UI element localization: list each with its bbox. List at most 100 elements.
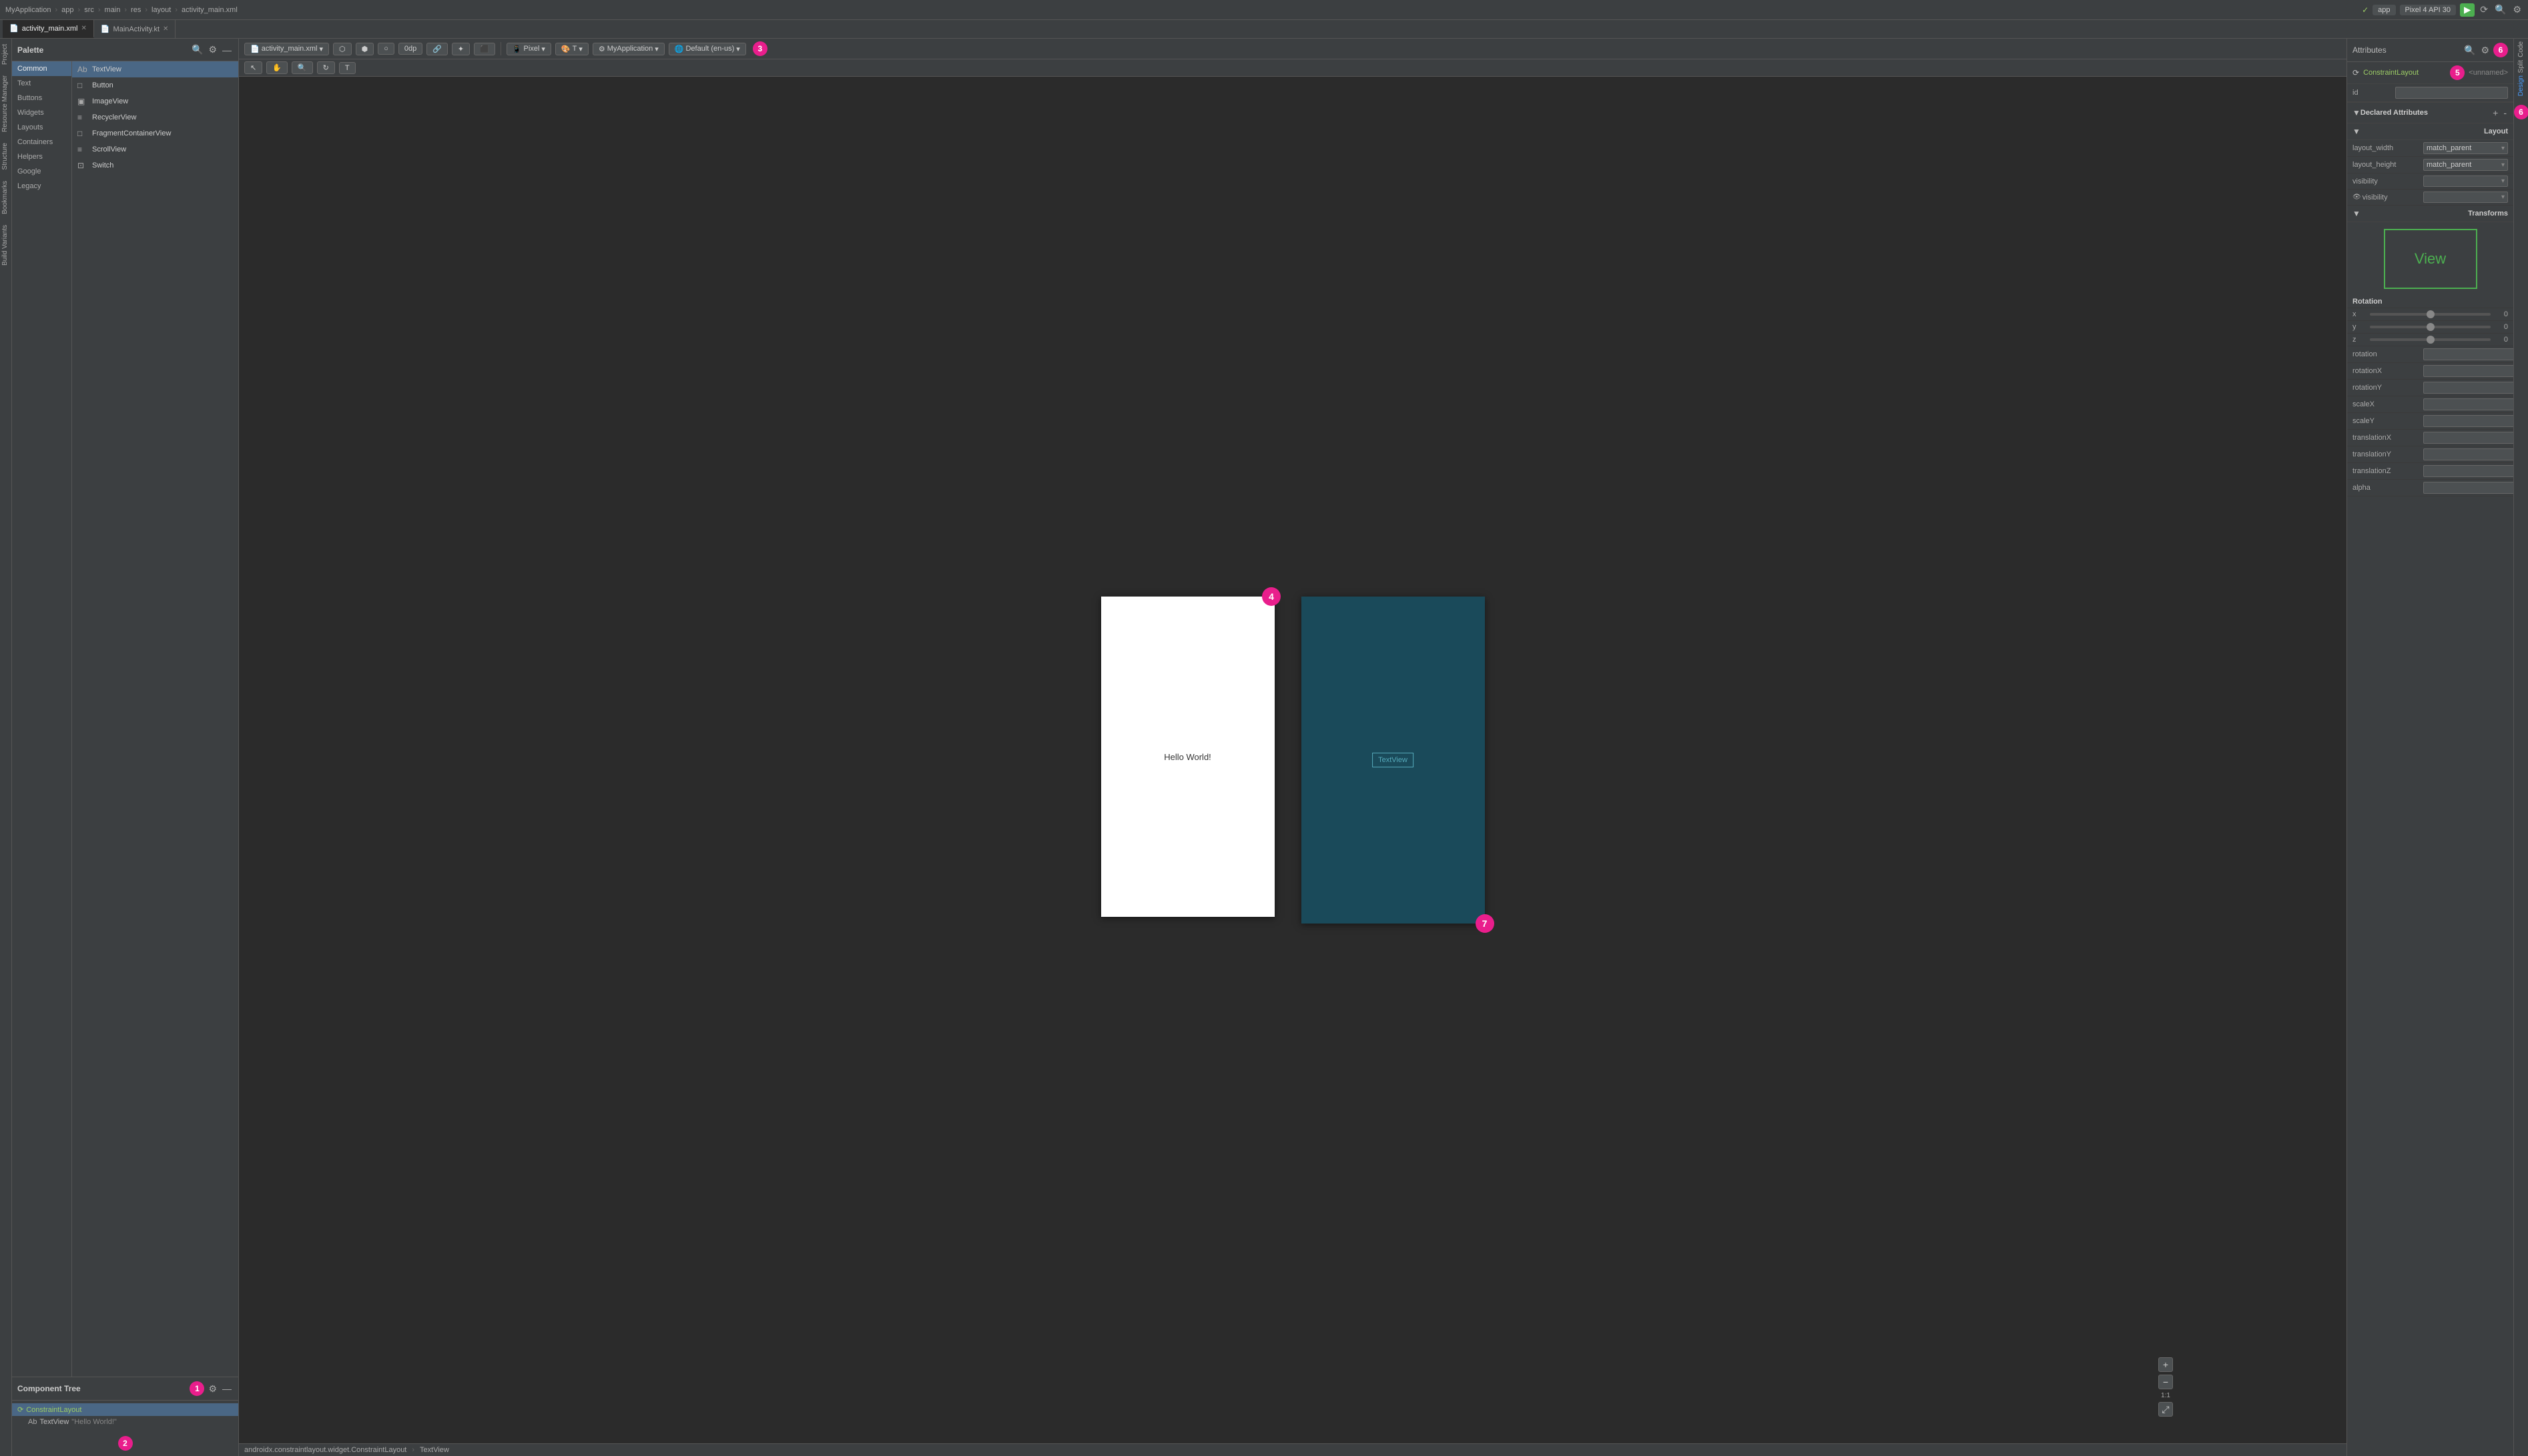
settings-button[interactable]: ⚙: [2511, 3, 2523, 17]
code-view-button[interactable]: Code: [2517, 41, 2525, 57]
palette-item-imageview[interactable]: ▣ ImageView: [72, 93, 238, 109]
palette-cat-layouts[interactable]: Layouts: [12, 120, 71, 135]
design-mode-button[interactable]: ⬡: [333, 43, 352, 55]
palette-cat-text[interactable]: Text: [12, 76, 71, 91]
sidebar-tab-project[interactable]: Project: [0, 39, 11, 70]
search-button[interactable]: 🔍: [2493, 3, 2507, 17]
canvas-area[interactable]: 4 Hello World! TextView 7 + − 1:1 ⤢: [239, 77, 2346, 1443]
file-selector-button[interactable]: 📄 activity_main.xml ▾: [244, 43, 329, 55]
design-view-button[interactable]: Design: [2517, 75, 2525, 96]
breadcrumb-main[interactable]: main: [105, 6, 121, 14]
palette-cat-widgets[interactable]: Widgets: [12, 105, 71, 120]
orientation-button[interactable]: ○: [378, 43, 394, 55]
comp-tree-constraintlayout[interactable]: ⟳ ConstraintLayout: [12, 1403, 238, 1416]
attributes-settings-button[interactable]: ⚙: [2479, 43, 2491, 57]
sidebar-tab-structure[interactable]: Structure: [0, 137, 11, 175]
rotation-z-slider[interactable]: [2370, 338, 2491, 341]
palette-cat-legacy[interactable]: Legacy: [12, 179, 71, 194]
sidebar-tab-resource[interactable]: Resource Manager: [0, 70, 11, 137]
sync-button[interactable]: ⟳: [2479, 3, 2489, 17]
sidebar-tab-bookmarks[interactable]: Bookmarks: [0, 175, 11, 220]
declared-remove-button[interactable]: -: [2502, 106, 2508, 119]
attr-id-input[interactable]: [2395, 87, 2508, 99]
breadcrumb-layout[interactable]: layout: [151, 6, 171, 14]
rotation-x-slider[interactable]: [2370, 313, 2491, 316]
palette-item-textview[interactable]: Ab TextView: [72, 61, 238, 77]
rotation-field-input[interactable]: [2423, 348, 2513, 360]
translationZ-input[interactable]: [2423, 465, 2513, 477]
palette-cat-helpers[interactable]: Helpers: [12, 149, 71, 164]
tab-mainactivity-close[interactable]: ✕: [163, 25, 168, 33]
constraint-button[interactable]: 🔗: [426, 43, 448, 55]
breadcrumb-app2[interactable]: app: [61, 6, 73, 14]
align-button[interactable]: ⬛: [474, 43, 495, 55]
layout-section-header[interactable]: ▼ Layout: [2347, 123, 2513, 140]
sidebar-tab-build[interactable]: Build Variants: [0, 220, 11, 271]
blueprint-mode-button[interactable]: ⬢: [356, 43, 374, 55]
palette-settings-button[interactable]: ⚙: [207, 43, 218, 57]
app-selector-button[interactable]: app: [2373, 5, 2395, 15]
layout-height-value[interactable]: match_parent ▾: [2423, 159, 2508, 171]
phone-preview[interactable]: Hello World!: [1101, 597, 1275, 917]
select-button[interactable]: ↖: [244, 61, 262, 74]
transforms-section-header[interactable]: ▼ Transforms: [2347, 206, 2513, 222]
alpha-input[interactable]: [2423, 482, 2513, 494]
visibility-2-value[interactable]: ▾: [2423, 192, 2508, 203]
declared-add-button[interactable]: +: [2491, 106, 2499, 119]
device-selector-button[interactable]: Pixel 4 API 30: [2400, 5, 2457, 15]
palette-item-recyclerview[interactable]: ≡ RecyclerView: [72, 109, 238, 125]
component-tree-minimize-button[interactable]: —: [221, 1382, 233, 1395]
palette-minimize-button[interactable]: —: [221, 43, 233, 57]
theme-selector-button[interactable]: 🎨 T ▾: [555, 43, 589, 55]
breadcrumb-file[interactable]: activity_main.xml: [182, 6, 238, 14]
device-selector-button-2[interactable]: 📱 Pixel ▾: [507, 43, 551, 55]
tab-activity-main[interactable]: 📄 activity_main.xml ✕: [3, 20, 94, 38]
rotation-z-value: 0: [2495, 336, 2508, 344]
scaleX-input[interactable]: [2423, 398, 2513, 410]
declared-attributes-header[interactable]: ▼ Declared Attributes + -: [2347, 102, 2513, 123]
palette-search-button[interactable]: 🔍: [190, 43, 204, 57]
scaleY-input[interactable]: [2423, 415, 2513, 427]
text-tool-button[interactable]: T: [339, 62, 356, 74]
zoom-out-button[interactable]: −: [2158, 1375, 2173, 1389]
right-sidebar: Code Split Design 6: [2513, 39, 2528, 1456]
infer-constraints-button[interactable]: ✦: [452, 43, 470, 55]
rotationY-input[interactable]: [2423, 382, 2513, 394]
layout-height-label: layout_height: [2352, 161, 2419, 169]
breadcrumb-app[interactable]: MyApplication: [5, 6, 51, 14]
app-selector-button-2[interactable]: ⚙ MyApplication ▾: [593, 43, 665, 55]
zoom-fit-button[interactable]: ⤢: [2158, 1402, 2173, 1417]
zoom-button[interactable]: 🔍: [292, 61, 313, 74]
split-view-button[interactable]: Split: [2517, 60, 2525, 73]
tab-activity-main-label: activity_main.xml: [22, 25, 78, 33]
rotationX-input[interactable]: [2423, 365, 2513, 377]
translationY-input[interactable]: [2423, 448, 2513, 460]
locale-selector-button[interactable]: 🌐 Default (en-us) ▾: [669, 43, 746, 55]
palette-item-scrollview[interactable]: ≡ ScrollView: [72, 141, 238, 157]
breadcrumb-src[interactable]: src: [84, 6, 94, 14]
palette-cat-google[interactable]: Google: [12, 164, 71, 179]
layout-width-value[interactable]: match_parent ▾: [2423, 142, 2508, 154]
view-toolbar: ↖ ✋ 🔍 ↻ T: [239, 59, 2346, 77]
component-tree-settings-button[interactable]: ⚙: [207, 1382, 218, 1396]
breadcrumb-res[interactable]: res: [131, 6, 141, 14]
padding-button[interactable]: 0dp: [398, 43, 422, 55]
tab-mainactivity[interactable]: 📄 MainActivity.kt ✕: [94, 20, 176, 38]
palette-cat-buttons[interactable]: Buttons: [12, 91, 71, 105]
palette-item-fragmentcontainerview[interactable]: □ FragmentContainerView: [72, 125, 238, 141]
rotation-y-slider[interactable]: [2370, 326, 2491, 328]
palette-item-button[interactable]: □ Button: [72, 77, 238, 93]
run-button[interactable]: ▶: [2460, 3, 2475, 17]
palette-cat-containers[interactable]: Containers: [12, 135, 71, 149]
zoom-in-button[interactable]: +: [2158, 1357, 2173, 1372]
tab-activity-main-close[interactable]: ✕: [81, 25, 86, 32]
palette-item-switch[interactable]: ⊡ Switch: [72, 157, 238, 173]
rotate-button[interactable]: ↻: [317, 61, 335, 74]
visibility-value[interactable]: ▾: [2423, 175, 2508, 187]
palette-cat-common[interactable]: Common: [12, 61, 71, 76]
blueprint-preview[interactable]: TextView: [1301, 597, 1485, 924]
pan-button[interactable]: ✋: [266, 61, 288, 74]
comp-tree-textview[interactable]: Ab TextView "Hello World!": [12, 1416, 238, 1428]
attributes-search-button[interactable]: 🔍: [2463, 43, 2477, 57]
translationX-input[interactable]: [2423, 432, 2513, 444]
